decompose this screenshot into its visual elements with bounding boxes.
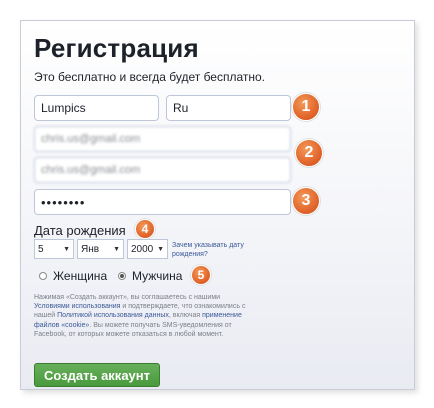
terms-of-use-link[interactable]: Условиями использования <box>34 303 120 310</box>
step-badge-3: 3 <box>292 187 320 215</box>
dob-month-value: Янв <box>81 243 100 255</box>
terms-line-1: Нажимая «Создать аккаунт», вы соглашаете… <box>34 294 221 301</box>
registration-form: Регистрация Это бесплатно и всегда будет… <box>20 20 415 390</box>
gender-male-option[interactable]: Мужчина <box>118 269 182 283</box>
terms-line-3: , включая <box>168 312 203 320</box>
step-badge-4: 4 <box>135 219 155 239</box>
dob-month-select[interactable]: Янв ▼ <box>77 239 124 259</box>
chevron-down-icon: ▼ <box>113 245 120 253</box>
step-badge-1: 1 <box>292 93 320 121</box>
dob-day-select[interactable]: 5 ▼ <box>34 239 74 259</box>
dob-label: Дата рождения <box>34 223 126 238</box>
gender-male-radio[interactable] <box>118 272 126 280</box>
dob-day-value: 5 <box>38 243 44 255</box>
terms-text: Нажимая «Создать аккаунт», вы соглашаете… <box>34 293 249 339</box>
why-dob-link[interactable]: Зачем указывать дату рождения? <box>172 241 252 259</box>
create-account-button[interactable]: Создать аккаунт <box>34 363 160 387</box>
gender-female-option[interactable]: Женщина <box>39 269 107 283</box>
step-badge-2: 2 <box>295 139 323 167</box>
gender-female-radio[interactable] <box>39 272 47 280</box>
chevron-down-icon: ▼ <box>157 245 164 253</box>
email-confirm-input[interactable] <box>34 157 291 183</box>
chevron-down-icon: ▼ <box>63 245 70 253</box>
step-badge-5: 5 <box>191 265 211 285</box>
last-name-input[interactable] <box>166 95 291 121</box>
gender-female-label: Женщина <box>53 269 108 283</box>
data-policy-link[interactable]: Политикой использования данных <box>57 312 169 319</box>
password-input[interactable] <box>34 189 291 215</box>
gender-male-label: Мужчина <box>132 269 183 283</box>
email-input[interactable] <box>34 126 291 152</box>
dob-year-value: 2000 <box>131 243 154 255</box>
page-title: Регистрация <box>34 33 199 63</box>
first-name-input[interactable] <box>34 95 159 121</box>
dob-year-select[interactable]: 2000 ▼ <box>127 239 168 259</box>
page-subtitle: Это бесплатно и всегда будет бесплатно. <box>34 70 266 84</box>
